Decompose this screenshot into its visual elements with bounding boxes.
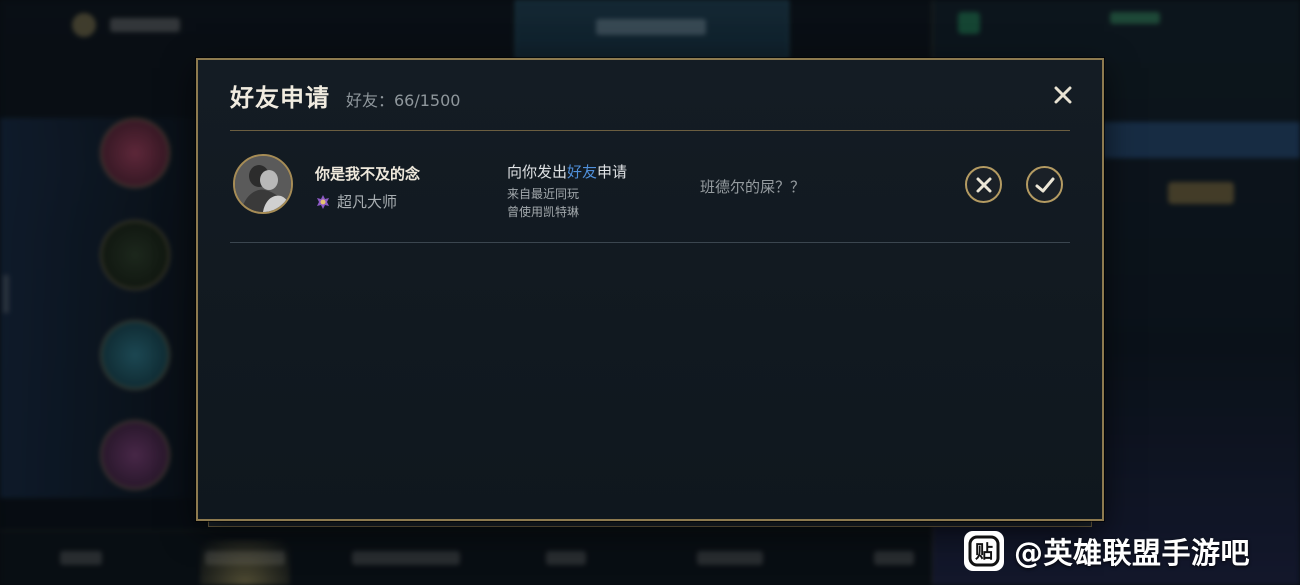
close-icon [1054, 86, 1072, 104]
friend-count: 好友：66/1500 [346, 91, 461, 110]
request-message-highlight: 好友 [567, 163, 598, 181]
friend-request-row: 你是我不及的念 超凡大师 向你发出好友申请 来自最近同玩 曾使用凯特琳 班德尔的… [230, 131, 1070, 242]
watermark: 贴 @英雄联盟手游吧 [964, 530, 1250, 572]
request-champion-used: 曾使用凯特琳 [507, 205, 580, 219]
tieba-logo-icon: 贴 [964, 531, 1004, 571]
dialog-bottom-trim [208, 521, 1092, 527]
rank-emblem-icon [317, 194, 329, 209]
row-divider [230, 242, 1070, 243]
request-message-suffix: 申请 [597, 163, 628, 181]
reject-button[interactable] [965, 166, 1002, 203]
close-button[interactable] [1050, 82, 1076, 108]
svg-text:贴: 贴 [975, 541, 993, 563]
dialog-title: 好友申请 [230, 84, 330, 112]
rank-label: 超凡大师 [337, 193, 398, 211]
watermark-text: @英雄联盟手游吧 [1014, 536, 1251, 570]
dialog-header: 好友申请 好友：66/1500 [230, 78, 460, 113]
rank-info: 超凡大师 [315, 191, 397, 212]
request-username: 你是我不及的念 [315, 165, 421, 183]
accept-button[interactable] [1026, 166, 1063, 203]
avatar[interactable] [233, 154, 293, 214]
check-circle-icon [1035, 177, 1054, 192]
request-source: 来自最近同玩 [507, 187, 580, 201]
friend-request-dialog: 好友申请 好友：66/1500 你是我不及的念 超凡大师 向你发出好友申请 来自… [196, 58, 1104, 521]
x-circle-icon [976, 177, 991, 192]
request-message-prefix: 向你发出 [507, 163, 568, 181]
request-message: 向你发出好友申请 [507, 161, 627, 182]
request-note: 班德尔的屎？？ [700, 178, 806, 196]
